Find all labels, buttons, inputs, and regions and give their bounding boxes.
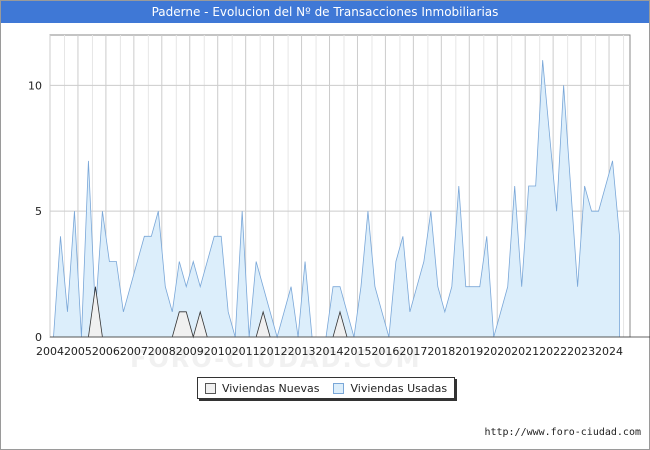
x-tick-label: 2013: [288, 345, 316, 358]
x-tick-label: 2014: [316, 345, 344, 358]
y-tick-label: 10: [28, 79, 42, 92]
source-url: http://www.foro-ciudad.com: [484, 427, 641, 438]
x-tick-label: 2023: [567, 345, 595, 358]
y-tick-label: 5: [35, 205, 42, 218]
legend-item-usadas: Viviendas Usadas: [333, 382, 447, 395]
x-tick-label: 2010: [204, 345, 232, 358]
x-tick-label: 2018: [427, 345, 455, 358]
x-tick-label: 2015: [343, 345, 371, 358]
x-tick-label: 2008: [148, 345, 176, 358]
legend-label-nuevas: Viviendas Nuevas: [221, 381, 320, 395]
x-tick-label: 2009: [176, 345, 204, 358]
x-tick-label: 2004: [36, 345, 64, 358]
x-tick-label: 2021: [511, 345, 539, 358]
x-tick-label: 2011: [232, 345, 260, 358]
x-tick-label: 2007: [120, 345, 148, 358]
x-tick-label: 2020: [483, 345, 511, 358]
x-tick-label: 2019: [455, 345, 483, 358]
x-tick-label: 2022: [539, 345, 567, 358]
x-tick-label: 2016: [371, 345, 399, 358]
x-tick-label: 2024: [595, 345, 623, 358]
y-tick-label: 0: [35, 331, 42, 344]
x-tick-label: 2005: [64, 345, 92, 358]
legend-swatch-nuevas: [204, 382, 216, 394]
x-tick-label: 2012: [260, 345, 288, 358]
legend-label-usadas: Viviendas Usadas: [350, 381, 448, 395]
legend: Viviendas Nuevas Viviendas Usadas: [197, 377, 455, 399]
legend-swatch-usadas: [333, 382, 345, 394]
x-tick-label: 2006: [92, 345, 120, 358]
legend-item-nuevas: Viviendas Nuevas: [204, 381, 320, 395]
x-tick-label: 2017: [399, 345, 427, 358]
